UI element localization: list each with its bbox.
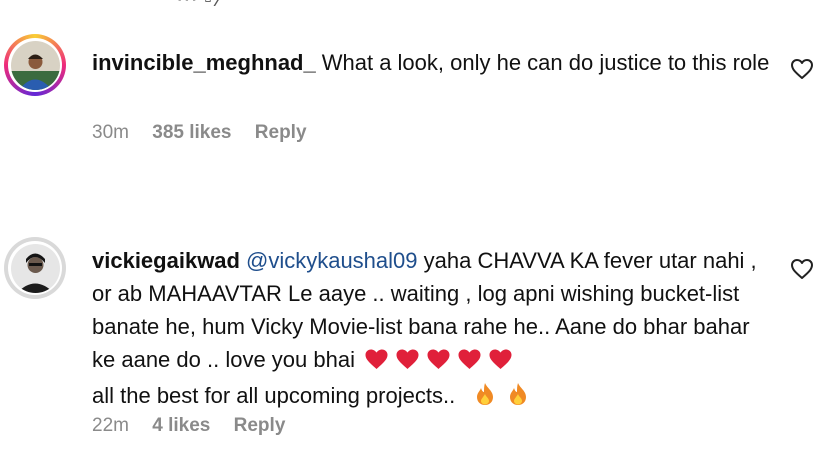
avatar[interactable] bbox=[4, 34, 66, 96]
comment-meta: 30m 385 likes Reply bbox=[92, 122, 325, 144]
comment-time: 30m bbox=[92, 122, 129, 143]
heart-outline-icon[interactable] bbox=[790, 58, 814, 80]
previous-comment-clipped: ⋯ ▫ ⁄ bbox=[176, 0, 222, 12]
red-heart-emoji-icon bbox=[395, 346, 420, 379]
fire-emoji-icon bbox=[475, 382, 495, 415]
profile-photo-icon bbox=[10, 243, 60, 293]
red-heart-emoji-icon bbox=[457, 346, 482, 379]
heart-outline-icon[interactable] bbox=[790, 258, 814, 280]
comment-mention-link[interactable]: @vickykaushal09 bbox=[246, 248, 418, 273]
comment-text: What a look, only he can do justice to t… bbox=[321, 50, 770, 75]
comment-body: vickiegaikwad @vickykaushal09 yaha CHAVVA… bbox=[92, 244, 772, 415]
comment-meta: 22m 4 likes Reply bbox=[92, 415, 303, 437]
reply-button[interactable]: Reply bbox=[234, 415, 286, 436]
comment-body: invincible_meghnad_ What a look, only he … bbox=[92, 46, 772, 80]
profile-photo-icon bbox=[10, 40, 60, 90]
comment-username[interactable]: vickiegaikwad bbox=[92, 248, 240, 273]
comment-likes[interactable]: 4 likes bbox=[152, 415, 210, 436]
reply-button[interactable]: Reply bbox=[255, 122, 307, 143]
red-heart-emoji-icon bbox=[364, 346, 389, 379]
avatar[interactable] bbox=[4, 237, 66, 299]
comment-username[interactable]: invincible_meghnad_ bbox=[92, 50, 316, 75]
red-heart-emoji-icon bbox=[426, 346, 451, 379]
comment-text: all the best for all upcoming projects.. bbox=[92, 383, 456, 408]
comment-likes[interactable]: 385 likes bbox=[152, 122, 231, 143]
comment-time: 22m bbox=[92, 415, 129, 436]
fire-emoji-icon bbox=[508, 382, 528, 415]
red-heart-emoji-icon bbox=[488, 346, 513, 379]
